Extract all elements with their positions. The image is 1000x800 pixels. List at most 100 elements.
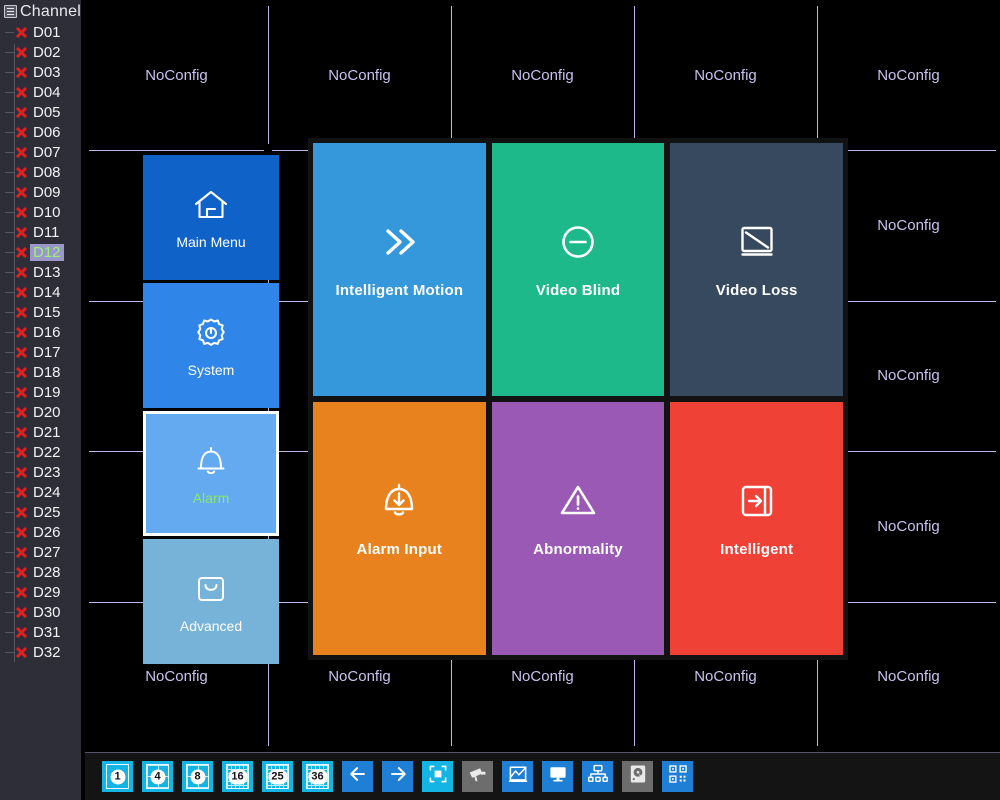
menu-item-advanced[interactable]: Advanced [143,539,279,664]
sidebar-title: Channel [20,2,82,20]
home-icon [191,185,231,225]
video-cell-status: NoConfig [694,668,757,686]
tree-branch [5,132,14,133]
channel-item-d18[interactable]: D18 [5,362,81,382]
offline-x-icon [14,605,29,620]
toolbar-button-split-25[interactable]: 25 [262,761,293,792]
offline-x-icon [14,385,29,400]
tile-video-blind[interactable]: Video Blind [491,143,665,396]
tile-intelligent[interactable]: Intelligent [670,402,843,655]
offline-x-icon [14,505,29,520]
video-cell[interactable]: NoConfig [268,0,451,150]
tree-branch [5,472,14,473]
toolbar-button-qr-code[interactable] [662,761,693,792]
channel-item-d16[interactable]: D16 [5,322,81,342]
tree-branch [5,652,14,653]
channel-label: D25 [33,503,61,521]
toolbar-button-split-16[interactable]: 16 [222,761,253,792]
channel-item-d05[interactable]: D05 [5,102,81,122]
split-screen-36-icon: 36 [306,764,329,789]
tile-video-loss[interactable]: Video Loss [670,143,843,396]
tile-intelligent-motion[interactable]: Intelligent Motion [313,143,486,396]
tile-abnormality[interactable]: Abnormality [491,402,665,655]
channel-item-d06[interactable]: D06 [5,122,81,142]
channel-item-d32[interactable]: D32 [5,642,81,662]
offline-x-icon [14,485,29,500]
channel-label: D06 [33,123,61,141]
menu-item-alarm[interactable]: Alarm [143,411,279,536]
channel-item-d20[interactable]: D20 [5,402,81,422]
tree-branch [5,612,14,613]
toolbar-button-next-page[interactable] [382,761,413,792]
video-cell[interactable]: NoConfig [634,0,817,150]
tree-branch [5,392,14,393]
offline-x-icon [14,325,29,340]
channel-item-d10[interactable]: D10 [5,202,81,222]
channel-item-d27[interactable]: D27 [5,542,81,562]
channel-item-d02[interactable]: D02 [5,42,81,62]
qr-code-icon [667,763,689,790]
offline-x-icon [14,645,29,660]
toolbar-button-fullscreen[interactable] [422,761,453,792]
toolbar-button-color-setting[interactable] [502,761,533,792]
toolbar-button-split-1[interactable]: 1 [102,761,133,792]
toolbar-button-split-36[interactable]: 36 [302,761,333,792]
channel-label: D23 [33,463,61,481]
channel-label: D12 [30,243,64,261]
channel-item-d25[interactable]: D25 [5,502,81,522]
monitor-icon [547,763,569,790]
channel-item-d26[interactable]: D26 [5,522,81,542]
menu-item-system[interactable]: System [143,283,279,408]
channel-item-d31[interactable]: D31 [5,622,81,642]
toolbar-button-remote-device[interactable] [582,761,613,792]
channel-label: D16 [33,323,61,341]
toolbar-button-split-8[interactable]: 8 [182,761,213,792]
channel-item-d15[interactable]: D15 [5,302,81,322]
video-cell[interactable]: NoConfig [817,0,1000,150]
channel-item-d21[interactable]: D21 [5,422,81,442]
channel-item-d03[interactable]: D03 [5,62,81,82]
channel-label: D01 [33,23,61,41]
channel-item-d14[interactable]: D14 [5,282,81,302]
toolbar-button-label: 25 [268,769,287,784]
sidebar-header: Channel [0,0,81,22]
video-cell-status: NoConfig [145,668,208,686]
channel-item-d29[interactable]: D29 [5,582,81,602]
video-cell-status: NoConfig [328,668,391,686]
video-cell-status: NoConfig [877,217,940,235]
channel-item-d08[interactable]: D08 [5,162,81,182]
double-chevron-right-icon [373,216,425,268]
channel-item-d07[interactable]: D07 [5,142,81,162]
toolbar-button-output-adjust[interactable] [542,761,573,792]
grid-divider-horizontal [89,150,264,152]
channel-item-d13[interactable]: D13 [5,262,81,282]
toolbar-button-ptz-camera[interactable] [462,761,493,792]
tree-branch [5,552,14,553]
toolbar-button-disk-manager[interactable] [622,761,653,792]
channel-label: D10 [33,203,61,221]
video-cell[interactable]: NoConfig [85,0,268,150]
video-cell-status: NoConfig [877,517,940,535]
toolbar-button-previous-page[interactable] [342,761,373,792]
channel-item-d11[interactable]: D11 [5,222,81,242]
split-screen-16-icon: 16 [226,764,249,789]
tree-branch [5,632,14,633]
channel-item-d24[interactable]: D24 [5,482,81,502]
channel-item-d23[interactable]: D23 [5,462,81,482]
video-cell[interactable]: NoConfig [451,0,634,150]
menu-item-main-menu[interactable]: Main Menu [143,155,279,280]
tile-alarm-input[interactable]: Alarm Input [313,402,486,655]
channel-item-d17[interactable]: D17 [5,342,81,362]
channel-item-d19[interactable]: D19 [5,382,81,402]
channel-item-d22[interactable]: D22 [5,442,81,462]
bottom-toolbar: 1 4 8 16 25 36 [85,752,1000,800]
tree-branch [5,272,14,273]
channel-item-d09[interactable]: D09 [5,182,81,202]
channel-item-d30[interactable]: D30 [5,602,81,622]
channel-label: D22 [33,443,61,461]
toolbar-button-split-4[interactable]: 4 [142,761,173,792]
channel-item-d28[interactable]: D28 [5,562,81,582]
channel-item-d12[interactable]: D12 [5,242,81,262]
channel-item-d01[interactable]: D01 [5,22,81,42]
channel-item-d04[interactable]: D04 [5,82,81,102]
